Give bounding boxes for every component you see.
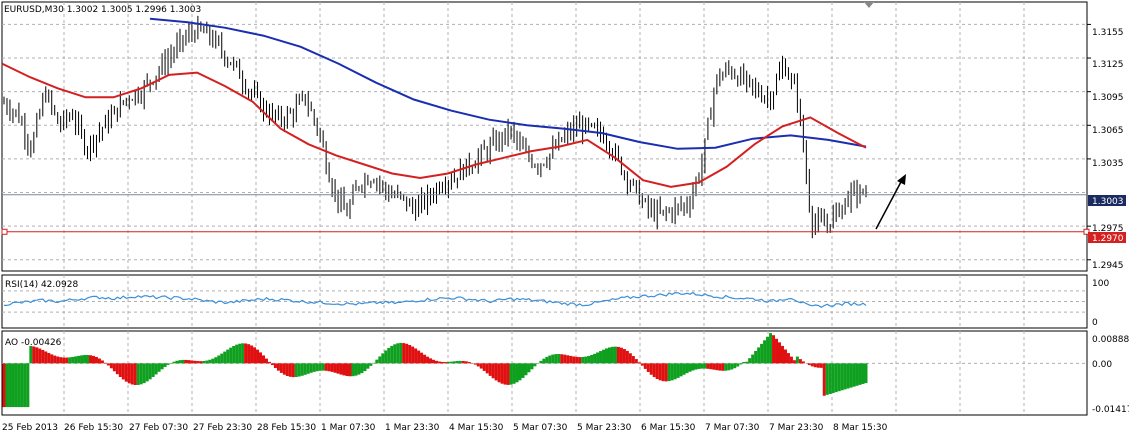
rsi-title: RSI(14) 42.0928 [5, 280, 78, 290]
time-tick-0: 25 Feb 2013 [2, 423, 58, 433]
price-axis-ticks [1087, 23, 1091, 261]
rsi-line [4, 291, 867, 308]
current-price-label: 1.3003 [1088, 195, 1126, 207]
pane-frame-0 [1, 1, 1088, 272]
time-tick-5: 1 Mar 07:30 [321, 423, 376, 433]
time-tick-3: 27 Feb 23:30 [193, 423, 252, 433]
time-tick-4: 28 Feb 15:30 [257, 423, 316, 433]
time-tick-1: 26 Feb 15:30 [64, 423, 123, 433]
ao-histogram [2, 333, 868, 408]
time-tick-2: 27 Feb 07:30 [129, 423, 188, 433]
time-tick-6: 1 Mar 23:30 [385, 423, 440, 433]
rsi-tick-100: 100 [1092, 279, 1109, 289]
chart-window: EURUSD,M30 1.3002 1.3005 1.2996 1.3003 R… [0, 0, 1129, 437]
chart-canvas[interactable]: EURUSD,M30 1.3002 1.3005 1.2996 1.3003 R… [0, 0, 1129, 437]
time-tick-13: 8 Mar 15:30 [833, 423, 888, 433]
price-tick-5: 1.2975 [1092, 224, 1124, 234]
level-price-text: 1.2970 [1092, 234, 1124, 244]
rsi-tick-0: 0 [1092, 318, 1098, 328]
time-tick-10: 6 Mar 15:30 [641, 423, 696, 433]
pane-frame-2 [1, 330, 1088, 416]
time-tick-11: 7 Mar 07:30 [705, 423, 760, 433]
symbol-header: EURUSD,M30 1.3002 1.3005 1.2996 1.3003 [4, 5, 201, 15]
time-tick-9: 5 Mar 23:30 [577, 423, 632, 433]
price-tick-4: 1.3035 [1092, 159, 1124, 169]
price-tick-3: 1.3065 [1092, 126, 1124, 136]
time-tick-8: 5 Mar 07:30 [513, 423, 568, 433]
price-candles [3, 15, 867, 239]
ao-title: AO -0.00426 [5, 338, 62, 348]
price-tick-1: 1.3125 [1092, 60, 1124, 70]
price-tick-0: 1.3155 [1092, 28, 1124, 38]
price-tick-2: 1.3095 [1092, 93, 1124, 103]
scroll-marker-icon[interactable] [864, 2, 874, 8]
level-handle-left[interactable] [1, 228, 8, 235]
rsi-pane [4, 291, 867, 308]
current-price-text: 1.3003 [1092, 197, 1124, 207]
up-arrow-annotation[interactable] [875, 174, 906, 230]
time-tick-12: 7 Mar 23:30 [769, 423, 824, 433]
price-tick-6: 1.2945 [1092, 261, 1124, 271]
ao-tick-bottom: -0.01417 [1092, 405, 1129, 415]
ao-tick-top: 0.00888 [1092, 335, 1129, 345]
time-tick-7: 4 Mar 15:30 [449, 423, 504, 433]
ao-tick-zero: 0.00 [1092, 360, 1112, 370]
